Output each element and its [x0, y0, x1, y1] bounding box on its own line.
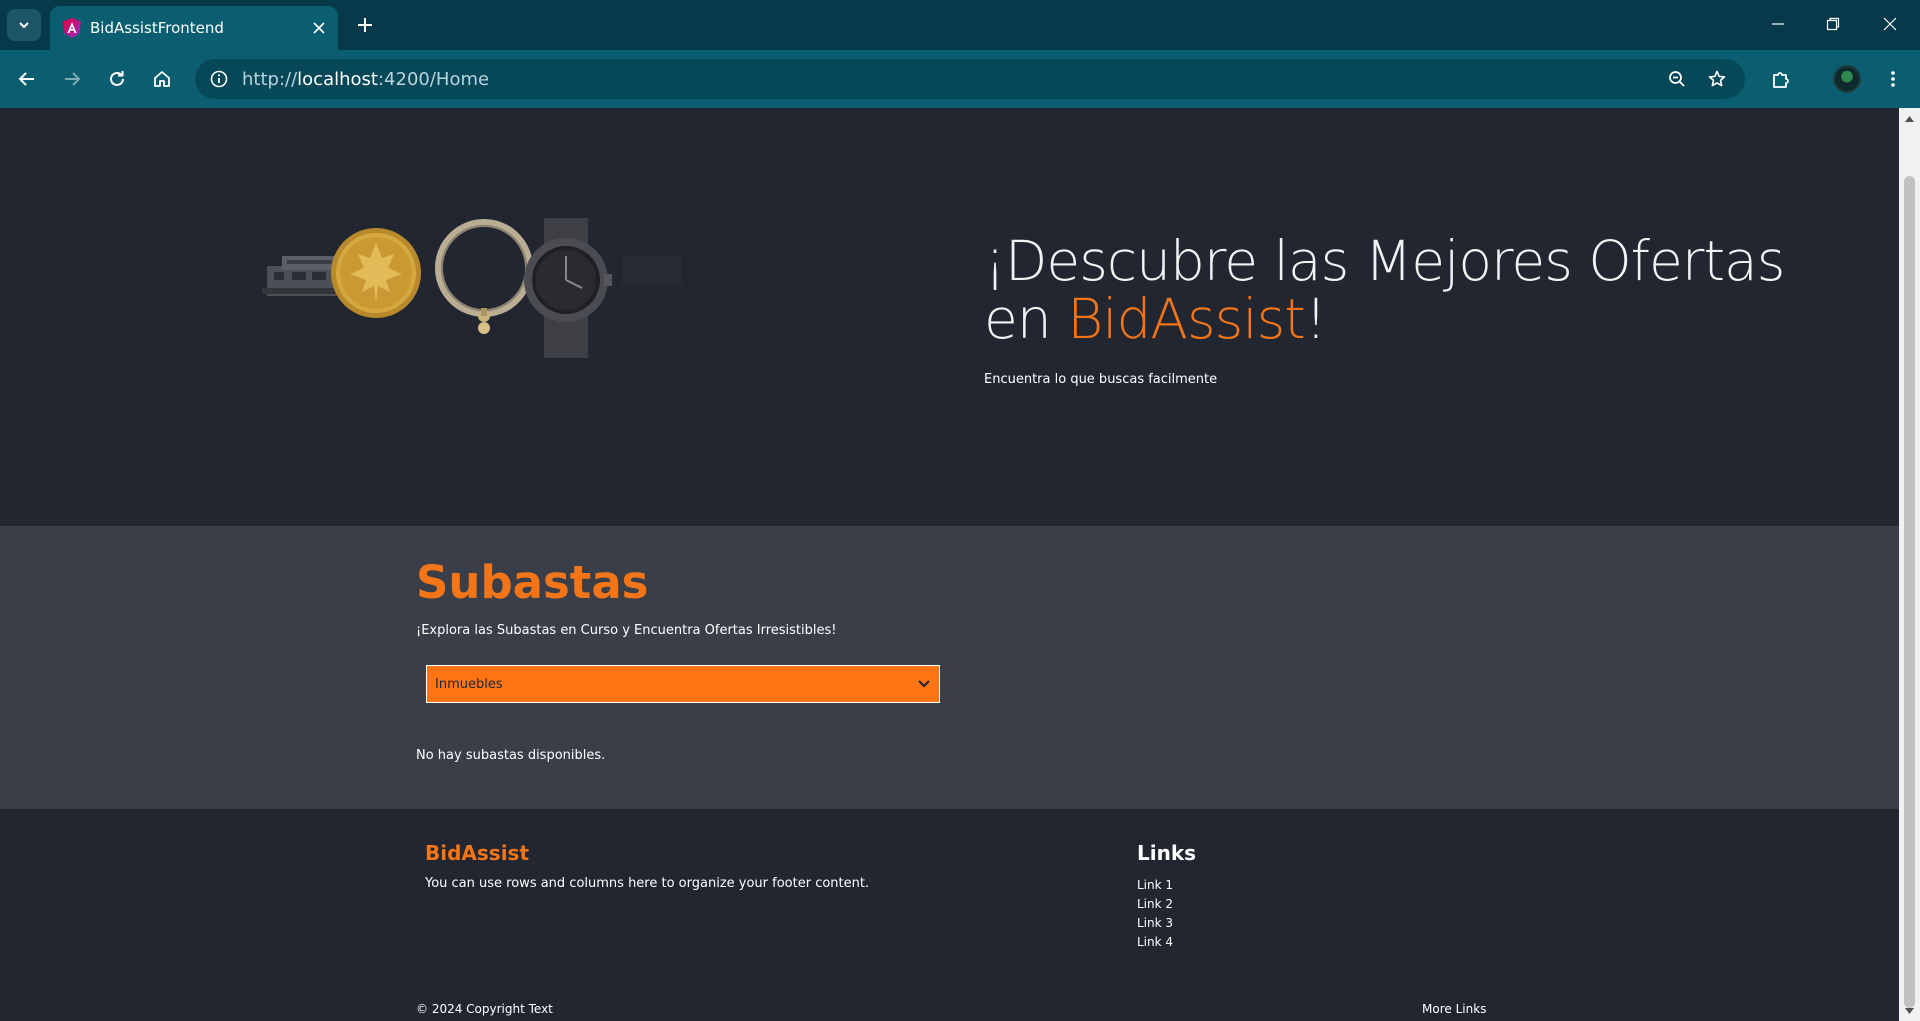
- footer-description: You can use rows and columns here to org…: [425, 876, 870, 891]
- restore-icon: [1826, 17, 1840, 31]
- hero-section: ¡Descubre las Mejores Ofertas en BidAssi…: [0, 108, 1899, 526]
- close-icon: [313, 22, 325, 34]
- chevron-down-icon: [918, 680, 930, 688]
- zoom-button[interactable]: [1661, 63, 1693, 95]
- reload-icon: [110, 71, 124, 86]
- hero-title-brand: BidAssist: [1067, 287, 1306, 351]
- footer-brand: BidAssist: [425, 841, 530, 865]
- auctions-subtitle: ¡Explora las Subastas en Curso y Encuent…: [416, 623, 837, 638]
- hero-subtitle: Encuentra lo que buscas facilmente: [984, 372, 1218, 387]
- page-viewport: ¡Descubre las Mejores Ofertas en BidAssi…: [0, 108, 1899, 1021]
- close-window-button[interactable]: [1874, 10, 1906, 38]
- back-button[interactable]: [11, 63, 43, 95]
- footer: BidAssist You can use rows and columns h…: [0, 809, 1899, 1021]
- tab-close-button[interactable]: [308, 17, 330, 39]
- home-button[interactable]: [146, 63, 178, 95]
- category-select-value: Inmuebles: [435, 677, 503, 692]
- hero-title: ¡Descubre las Mejores Ofertas en BidAssi…: [984, 232, 1844, 348]
- new-tab-button[interactable]: [352, 12, 378, 38]
- url-scheme: http://: [242, 69, 298, 90]
- angular-favicon-icon: [63, 18, 81, 38]
- footer-link-2[interactable]: Link 2: [1137, 895, 1173, 914]
- restore-button[interactable]: [1817, 10, 1849, 38]
- scrollbar-thumb[interactable]: [1904, 176, 1915, 1008]
- gold-coin-image: [331, 228, 421, 318]
- watch-image: [524, 218, 612, 358]
- bracelet-image: [435, 219, 533, 334]
- scroll-down-button[interactable]: [1903, 1004, 1916, 1017]
- extensions-button[interactable]: [1765, 63, 1797, 95]
- address-bar[interactable]: http://localhost:4200/Home: [195, 59, 1745, 99]
- triangle-down-icon: [1905, 1007, 1914, 1014]
- minimize-icon: [1772, 23, 1784, 25]
- auctions-title: Subastas: [416, 556, 649, 609]
- profile-avatar[interactable]: [1833, 65, 1861, 93]
- url-path: :4200/Home: [377, 69, 490, 90]
- footer-link-1[interactable]: Link 1: [1137, 876, 1173, 895]
- footer-links-title: Links: [1137, 841, 1197, 865]
- info-icon: [210, 70, 228, 88]
- footer-links-list: Link 1 Link 2 Link 3 Link 4: [1137, 876, 1173, 952]
- scroll-up-button[interactable]: [1903, 112, 1916, 125]
- footer-link-3[interactable]: Link 3: [1137, 914, 1173, 933]
- forward-button[interactable]: [56, 63, 88, 95]
- copyright-text: © 2024 Copyright Text: [416, 1002, 553, 1016]
- close-icon: [1883, 17, 1897, 31]
- browser-tabbar: BidAssistFrontend: [0, 0, 1920, 50]
- site-info-button[interactable]: [205, 65, 233, 93]
- more-vertical-icon: [1891, 71, 1895, 87]
- url-host: localhost: [297, 69, 378, 90]
- arrow-left-icon: [18, 72, 34, 86]
- minimize-button[interactable]: [1762, 10, 1794, 38]
- car-image: [622, 256, 682, 286]
- puzzle-icon: [1773, 72, 1789, 88]
- footer-link-4[interactable]: Link 4: [1137, 933, 1173, 952]
- home-icon: [154, 71, 170, 87]
- plus-icon: [358, 18, 372, 32]
- browser-toolbar: http://localhost:4200/Home: [0, 50, 1920, 108]
- hero-product-images: [262, 218, 682, 358]
- bookmark-button[interactable]: [1701, 63, 1733, 95]
- arrow-right-icon: [65, 72, 81, 86]
- url-text: http://localhost:4200/Home: [242, 69, 489, 90]
- auctions-section: Subastas ¡Explora las Subastas en Curso …: [0, 526, 1899, 809]
- page-scrollbar[interactable]: [1899, 108, 1920, 1021]
- chevron-down-icon: [19, 22, 29, 29]
- more-links-link[interactable]: More Links: [1422, 1002, 1486, 1016]
- star-icon: [1708, 70, 1726, 87]
- browser-menu-button[interactable]: [1877, 63, 1909, 95]
- zoom-out-icon: [1669, 71, 1685, 87]
- triangle-up-icon: [1905, 115, 1914, 122]
- browser-tab[interactable]: BidAssistFrontend: [50, 6, 338, 50]
- category-select[interactable]: Inmuebles: [426, 665, 940, 703]
- tab-title: BidAssistFrontend: [90, 19, 224, 37]
- reload-button[interactable]: [101, 63, 133, 95]
- empty-auctions-message: No hay subastas disponibles.: [416, 748, 606, 763]
- tab-search-button[interactable]: [7, 9, 41, 41]
- hero-title-suffix: !: [1304, 287, 1327, 351]
